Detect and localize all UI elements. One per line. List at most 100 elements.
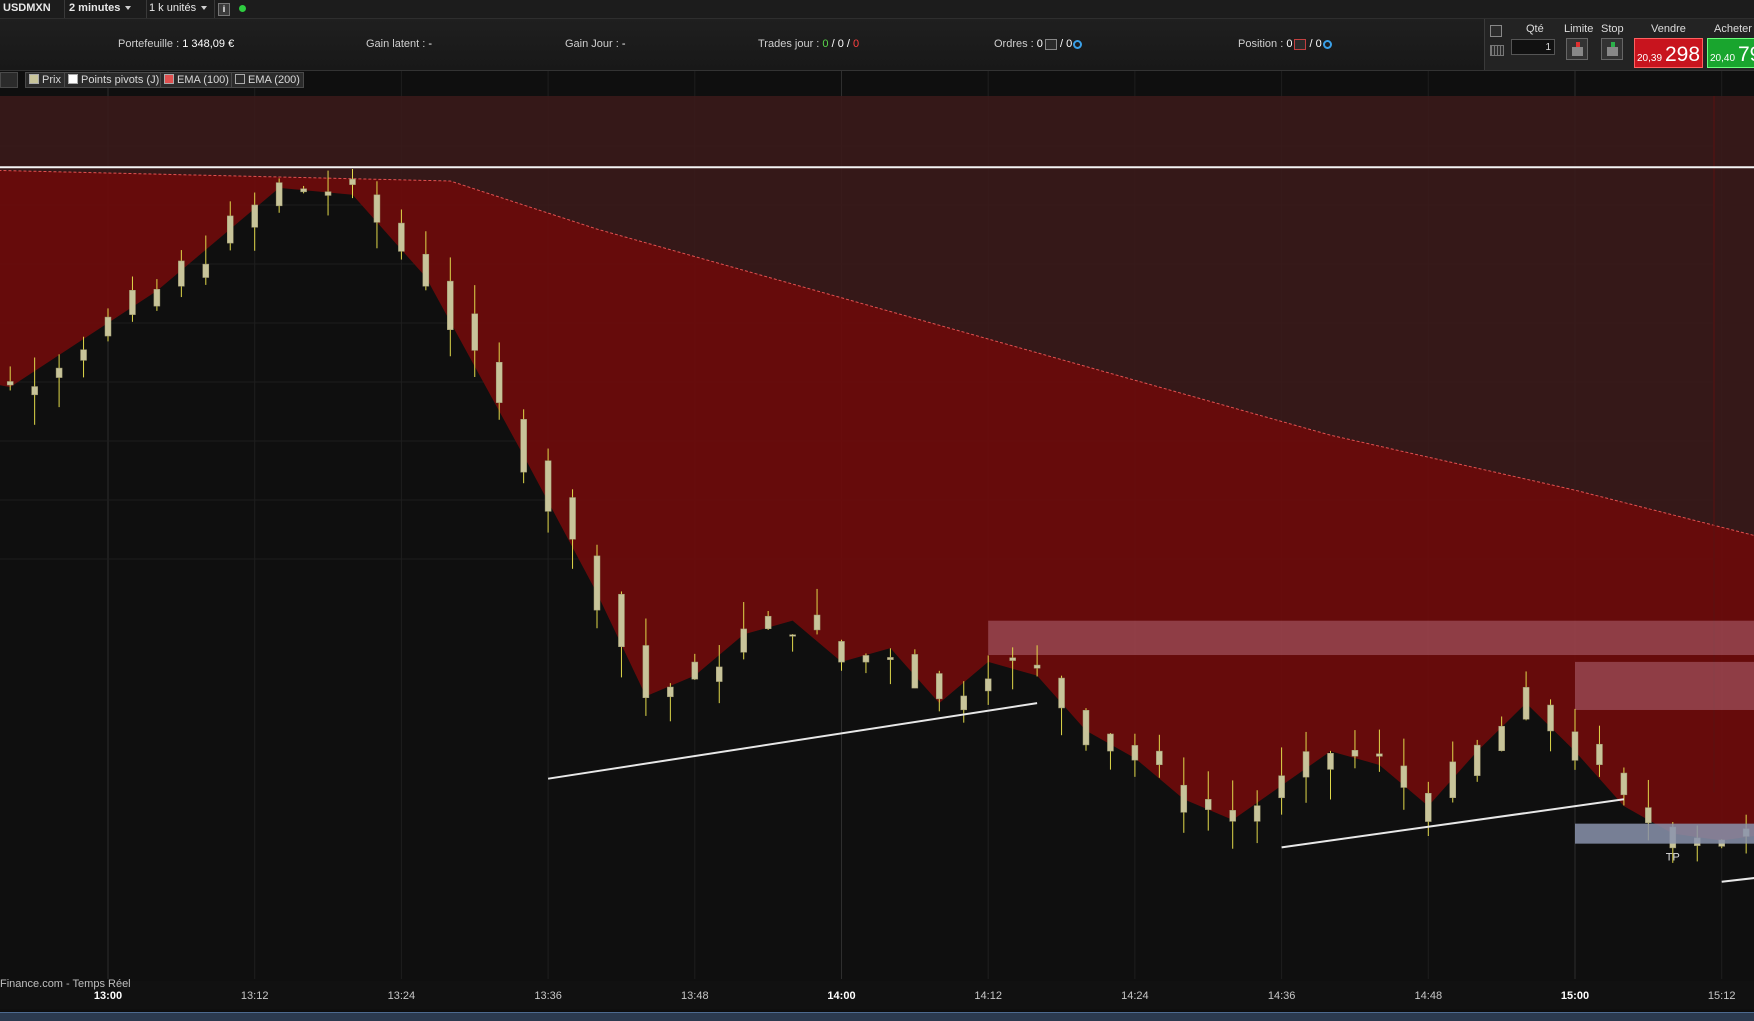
stop-order-button[interactable]: [1601, 38, 1623, 60]
candle-body: [1571, 731, 1579, 761]
keypad-icon[interactable]: [1490, 45, 1504, 56]
candle-body: [104, 316, 112, 337]
candle-body: [1596, 743, 1603, 765]
position-close-icon[interactable]: [1294, 38, 1307, 50]
trades-lost: 0: [853, 38, 860, 50]
position-pending: 0: [1315, 38, 1322, 50]
info-icon[interactable]: i: [218, 3, 230, 16]
candle-body: [1473, 744, 1481, 776]
candle-body: [1009, 657, 1016, 661]
candle-body: [1058, 677, 1065, 709]
candle-body: [544, 460, 552, 512]
tp-zone: [1575, 823, 1754, 844]
data-source-label: Finance.com - Temps Réel: [0, 978, 131, 990]
candle-body: [887, 657, 894, 660]
candle-body: [251, 204, 258, 228]
candle-body: [80, 349, 87, 361]
limit-order-button[interactable]: [1566, 38, 1588, 60]
unrealized-label: Gain latent :: [366, 38, 426, 50]
day-trades-stat: Trades jour : 0 / 0 / 0: [758, 38, 860, 50]
legend-toggle-icon[interactable]: [0, 72, 18, 88]
sell-price-pips: 298: [1665, 43, 1701, 66]
candle-body: [569, 497, 576, 540]
candle-body: [862, 655, 870, 663]
supply-zone: [1575, 661, 1754, 710]
day-gain-value: -: [621, 38, 626, 50]
x-tick-label: 14:00: [827, 990, 855, 1002]
candle-body: [471, 313, 478, 351]
buy-price-pips: 79: [1738, 43, 1754, 66]
candle-body: [813, 614, 821, 631]
pivots-swatch-icon: [68, 74, 78, 84]
legend-item-ema200[interactable]: EMA (200): [231, 72, 304, 88]
candle-body: [349, 178, 356, 185]
candle-body: [373, 194, 381, 223]
candle-body: [275, 182, 283, 207]
legend-item-price[interactable]: Prix: [25, 72, 65, 88]
candle-body: [227, 215, 234, 244]
gear-icon[interactable]: [1322, 39, 1332, 49]
x-tick-label: 14:36: [1268, 990, 1296, 1002]
position-stat: Position : 0 / 0: [1238, 38, 1332, 50]
legend-price-label: Prix: [42, 74, 61, 86]
candle-body: [129, 290, 136, 315]
candle-body: [740, 628, 747, 653]
x-tick-label: 15:00: [1561, 990, 1589, 1002]
candle-body: [202, 263, 210, 278]
legend-item-ema100[interactable]: EMA (100): [160, 72, 233, 88]
legend-item-pivots[interactable]: Points pivots (J): [64, 72, 164, 88]
units-selector[interactable]: 1 k unités: [146, 0, 215, 18]
x-tick-label: 13:36: [534, 990, 562, 1002]
price-chart[interactable]: TPTPTPTP 12:4813:0013:1213:2413:3613:481…: [0, 71, 1754, 1011]
x-tick-label: 13:00: [94, 990, 122, 1002]
supply-zone: [988, 620, 1754, 656]
candle-body: [153, 289, 161, 307]
x-tick-label: 14:12: [974, 990, 1002, 1002]
trades-label: Trades jour :: [758, 38, 820, 50]
candle-body: [716, 666, 723, 682]
day-gain-label: Gain Jour :: [565, 38, 619, 50]
orders-count: 0: [1036, 38, 1043, 50]
orders-list-icon[interactable]: [1044, 38, 1057, 50]
x-tick-label: 14:48: [1415, 990, 1443, 1002]
legend-pivots-label: Points pivots (J): [81, 74, 160, 86]
symbol-selector[interactable]: USDMXN: [0, 0, 65, 28]
candle-body: [422, 253, 430, 287]
orders-pending: 0: [1066, 38, 1073, 50]
timeframe-selector[interactable]: 2 minutes: [66, 0, 147, 18]
unrealized-value: -: [428, 38, 433, 50]
ema100-swatch-icon: [164, 74, 174, 84]
buy-price-prefix: 20,40: [1710, 53, 1736, 64]
candle-body: [936, 673, 943, 700]
candle-body: [1302, 751, 1310, 778]
candle-body: [1205, 799, 1212, 810]
wrench-icon[interactable]: [1490, 25, 1502, 37]
candle-body: [593, 555, 601, 611]
candle-body: [984, 678, 992, 692]
units-label: 1 k unités: [149, 2, 197, 14]
candle-body: [398, 222, 405, 252]
gear-icon[interactable]: [1073, 39, 1083, 49]
candle-body: [1278, 775, 1285, 799]
candle-body: [691, 661, 699, 680]
orders-stat: Ordres : 0 / 0: [994, 38, 1083, 50]
qty-input[interactable]: [1511, 39, 1555, 55]
orders-label: Ordres :: [994, 38, 1034, 50]
buy-label: Acheter: [1714, 23, 1752, 35]
stop-label: Stop: [1601, 23, 1624, 35]
symbol-label: USDMXN: [3, 2, 51, 14]
candle-body: [1107, 733, 1114, 752]
candle-body: [1547, 704, 1554, 732]
portfolio-value: 1 348,09 €: [182, 38, 235, 50]
x-tick-label: 13:24: [388, 990, 416, 1002]
buy-button[interactable]: 20,40 79: [1707, 38, 1754, 68]
sell-button[interactable]: 20,39 298: [1634, 38, 1703, 68]
chevron-down-icon: [125, 6, 132, 11]
candle-body: [1327, 753, 1334, 770]
candle-body: [6, 381, 14, 386]
candle-body: [1522, 687, 1530, 720]
candle-body: [1449, 761, 1456, 798]
candle-body: [838, 641, 845, 663]
time-axis: 12:4813:0013:1213:2413:3613:4814:0014:12…: [0, 981, 1754, 1009]
position-count: 0: [1286, 38, 1293, 50]
